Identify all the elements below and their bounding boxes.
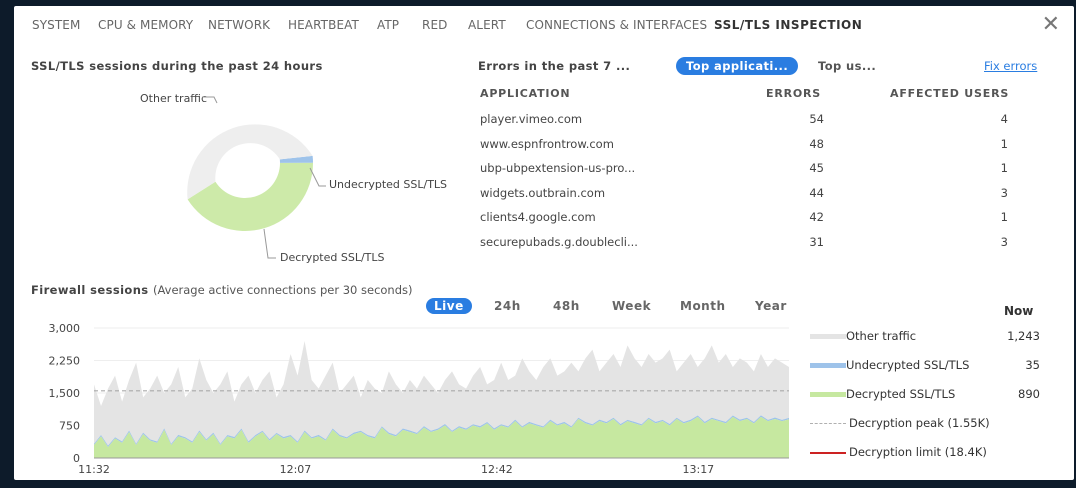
legend-value: 1,243 xyxy=(1007,329,1040,343)
error-count: 54 xyxy=(809,112,824,126)
ssl-tls-dashboard-panel: SYSTEM CPU & MEMORY NETWORK HEARTBEAT AT… xyxy=(14,6,1074,480)
legend-item: Undecrypted SSL/TLS 35 xyxy=(810,356,1040,374)
legend-label: Undecrypted SSL/TLS xyxy=(846,358,970,372)
close-icon[interactable]: ✕ xyxy=(1042,12,1060,37)
error-app-name: player.vimeo.com xyxy=(480,112,583,126)
legend-label: Other traffic xyxy=(846,329,917,343)
affected-users-count: 3 xyxy=(1000,234,1008,249)
error-app-name: www.espnfrontrow.com xyxy=(480,136,614,151)
y-tick-label: 2,250 xyxy=(49,355,81,368)
error-count: 42 xyxy=(809,210,824,224)
col-affected-users: AFFECTED USERS xyxy=(890,87,1010,100)
x-tick-label: 13:17 xyxy=(682,463,714,476)
error-count: 45 xyxy=(809,161,824,175)
range-week[interactable]: Week xyxy=(612,299,651,313)
range-month[interactable]: Month xyxy=(680,299,726,313)
error-count: 48 xyxy=(809,136,824,151)
range-year[interactable]: Year xyxy=(755,299,787,313)
affected-users-count: 3 xyxy=(1000,185,1008,200)
tab-connections-interfaces[interactable]: CONNECTIONS & INTERFACES xyxy=(526,18,707,32)
legend-label: Decryption limit (18.4K) xyxy=(849,445,987,459)
legend-item: Decrypted SSL/TLS 890 xyxy=(810,385,1040,403)
legend-value: 35 xyxy=(1025,358,1040,372)
donut-leader-lines xyxy=(202,96,326,259)
now-label: Now xyxy=(1004,304,1034,318)
legend-item: Decryption limit (18.4K) xyxy=(810,443,1040,461)
firewall-title-text: Firewall sessions xyxy=(31,283,149,297)
legend-swatch xyxy=(810,423,846,424)
legend-item: Other traffic 1,243 xyxy=(810,327,1040,345)
error-app-name: clients4.google.com xyxy=(480,210,596,224)
affected-users-count: 1 xyxy=(1000,161,1008,175)
legend-swatch xyxy=(810,334,846,339)
legend-value: 890 xyxy=(1018,387,1040,401)
firewall-sessions-chart: 3,0002,2501,500750011:32 12:07 12:42 13:17 xyxy=(49,322,789,476)
range-live[interactable]: Live xyxy=(426,298,472,314)
error-count: 44 xyxy=(809,185,824,200)
firewall-subtitle: (Average active connections per 30 secon… xyxy=(152,283,413,297)
fix-errors-link[interactable]: Fix errors xyxy=(984,59,1037,73)
y-tick-label: 3,000 xyxy=(49,322,81,335)
x-tick-label: 12:07 xyxy=(280,463,312,476)
error-count: 31 xyxy=(809,234,824,249)
y-tick-label: 750 xyxy=(59,420,80,433)
tab-top-applications[interactable]: Top applicati... xyxy=(676,57,799,75)
legend-label: Decryption peak (1.55K) xyxy=(849,416,990,430)
affected-users-count: 1 xyxy=(1000,136,1008,151)
col-application: APPLICATION xyxy=(480,87,571,100)
legend-swatch xyxy=(810,392,846,397)
error-app-name: ubp-ubpextension-us-pro... xyxy=(480,161,636,175)
y-tick-label: 1,500 xyxy=(49,387,81,400)
range-24h[interactable]: 24h xyxy=(494,299,521,313)
error-app-name: securepubads.g.doublecli... xyxy=(480,234,638,249)
col-errors: ERRORS xyxy=(766,87,821,100)
legend-swatch xyxy=(810,363,846,368)
tab-ssl-tls-inspection[interactable]: SSL/TLS INSPECTION xyxy=(714,18,862,32)
legend-swatch xyxy=(810,452,846,454)
x-tick-label: 11:32 xyxy=(78,463,110,476)
range-48h[interactable]: 48h xyxy=(553,299,580,313)
affected-users-count: 1 xyxy=(1000,210,1008,224)
legend-item: Decryption peak (1.55K) xyxy=(810,414,1040,432)
legend-label: Decrypted SSL/TLS xyxy=(846,387,956,401)
tab-top-users[interactable]: Top us... xyxy=(818,59,876,73)
errors-heading: Errors in the past 7 ... xyxy=(478,59,631,73)
affected-users-count: 4 xyxy=(1000,112,1008,126)
x-tick-label: 12:42 xyxy=(481,463,513,476)
error-app-name: widgets.outbrain.com xyxy=(480,185,606,200)
firewall-title: Firewall sessions (Average active connec… xyxy=(31,283,413,297)
